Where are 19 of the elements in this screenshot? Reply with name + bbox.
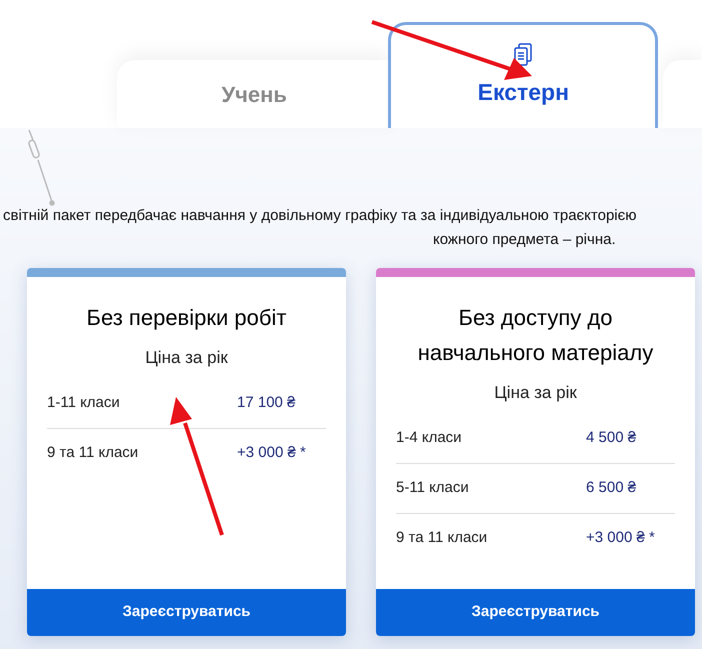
grade-label: 9 та 11 класи (396, 528, 488, 548)
price-value: 6 500 ₴ (586, 478, 636, 498)
grade-label: 1-4 класи (396, 428, 463, 448)
grade-label: 5-11 класи (396, 478, 470, 498)
grade-label: 1-11 класи (47, 392, 121, 413)
price-caption: Ціна за рік (493, 382, 578, 404)
plan-title: Без перевірки робіт (86, 304, 288, 332)
grade-label: 9 та 11 класи (47, 443, 140, 464)
plan-title: Без доступу до навчального матеріалу (416, 304, 654, 367)
register-button[interactable]: Зареєструватись (27, 589, 346, 636)
price-value: +3 000 ₴ * (586, 528, 655, 548)
price-caption: Ціна за рік (144, 347, 229, 369)
intro-text-line: кожного предмета – річна. (432, 230, 617, 250)
price-value: 17 100 ₴ (237, 392, 296, 413)
intro-text-line: світній пакет передбачає навчання у довільному графіку та за індивідуальною траєкторією (2, 206, 638, 226)
price-value: +3 000 ₴ * (237, 443, 306, 464)
tab[interactable]: Екстерн (388, 22, 658, 128)
price-value: 4 500 ₴ (586, 428, 636, 448)
register-button[interactable]: Зареєструватись (376, 589, 695, 636)
